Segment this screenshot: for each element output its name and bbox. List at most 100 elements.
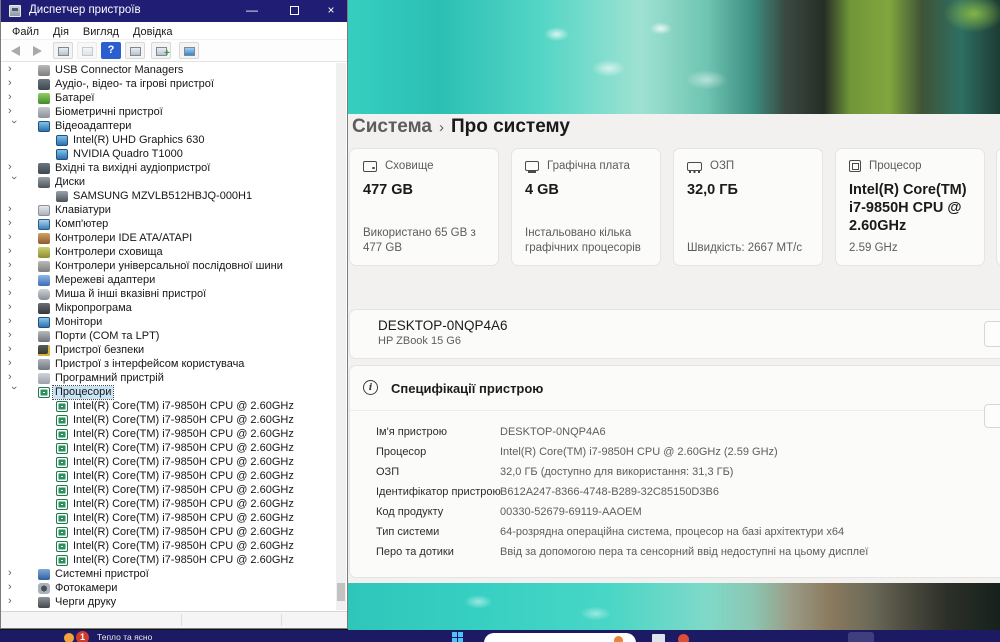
showhide-button[interactable]	[125, 42, 145, 59]
scan-hardware-button[interactable]	[151, 42, 171, 59]
chevron-right-icon[interactable]: ›	[8, 581, 18, 594]
tree-item[interactable]: › Процесори	[2, 384, 338, 400]
forward-arrow-button[interactable]	[27, 42, 47, 59]
chevron-right-icon[interactable]: ›	[8, 287, 18, 300]
tree-item-label: Фотокамери	[55, 581, 118, 594]
chevron-right-icon[interactable]: ›	[8, 301, 18, 314]
chevron-right-icon[interactable]: ›	[8, 567, 18, 580]
chevron-right-icon[interactable]: ›	[8, 357, 18, 370]
breadcrumb-system[interactable]: Система	[352, 116, 432, 137]
chevron-right-icon[interactable]: ›	[8, 245, 18, 258]
tree-item[interactable]: › Контролери IDE ATA/ATAPI	[2, 231, 338, 245]
tree-scrollbar[interactable]	[336, 63, 346, 610]
chevron-down-icon[interactable]: ›	[7, 176, 20, 186]
tree-item[interactable]: › Черги друку	[2, 595, 338, 609]
tree-item[interactable]: › Фотокамери	[2, 581, 338, 595]
back-arrow-button[interactable]	[5, 42, 25, 59]
chevron-right-icon[interactable]: ›	[8, 259, 18, 272]
tree-item[interactable]: › Пристрої з інтерфейсом користувача	[2, 357, 338, 371]
taskbar-app-icon[interactable]	[678, 634, 689, 642]
summary-card-value: 477 GB	[363, 182, 413, 198]
chevron-down-icon[interactable]: ›	[7, 386, 20, 396]
chevron-right-icon[interactable]: ›	[8, 161, 18, 174]
tree-item[interactable]: Intel(R) UHD Graphics 630	[2, 133, 338, 147]
tree-item[interactable]: Intel(R) Core(TM) i7-9850H CPU @ 2.60GHz	[2, 399, 338, 413]
device-specs-header[interactable]: i Специфікації пристрою	[350, 366, 1000, 411]
tree-item[interactable]: Intel(R) Core(TM) i7-9850H CPU @ 2.60GHz	[2, 511, 338, 525]
tree-item[interactable]: Intel(R) Core(TM) i7-9850H CPU @ 2.60GHz	[2, 525, 338, 539]
properties-button[interactable]	[53, 42, 73, 59]
maximize-button[interactable]	[277, 0, 311, 22]
tree-item[interactable]: › Відеоадаптери	[2, 119, 338, 133]
menu-item-4[interactable]: Довідка	[126, 24, 180, 40]
menu-item-1[interactable]: Файл	[5, 24, 46, 40]
tree-item[interactable]: › Програмний пристрій	[2, 371, 338, 385]
minimize-button[interactable]: —	[235, 0, 269, 22]
tree-item[interactable]: Intel(R) Core(TM) i7-9850H CPU @ 2.60GHz	[2, 469, 338, 483]
tree-item[interactable]: › Мікропрограма	[2, 301, 338, 315]
menu-item-2[interactable]: Дія	[46, 24, 76, 40]
tree-item[interactable]: › Порти (COM та LPT)	[2, 329, 338, 343]
chevron-right-icon[interactable]: ›	[8, 217, 18, 230]
search-box[interactable]	[484, 633, 636, 642]
tree-item-label: SAMSUNG MZVLB512HBJQ-000H1	[73, 189, 253, 202]
chevron-right-icon[interactable]: ›	[8, 105, 18, 118]
widgets-badge[interactable]: 1	[76, 631, 89, 642]
tree-item[interactable]: › Аудіо-, відео- та ігрові пристрої	[2, 77, 338, 91]
chevron-right-icon[interactable]: ›	[8, 595, 18, 608]
tree-item[interactable]: › USB Connector Managers	[2, 63, 338, 77]
tree-item[interactable]: › Клавіатури	[2, 203, 338, 217]
tree-item[interactable]: › Контролери універсальної послідовної ши…	[2, 259, 338, 273]
tree-item[interactable]: › Мережеві адаптери	[2, 273, 338, 287]
chevron-right-icon[interactable]: ›	[8, 203, 18, 216]
chevron-right-icon[interactable]: ›	[8, 63, 18, 76]
tree-item[interactable]: Intel(R) Core(TM) i7-9850H CPU @ 2.60GHz	[2, 413, 338, 427]
summary-card-footer: Швидкість: 2667 МТ/с	[687, 241, 803, 254]
device-manager-statusbar	[1, 611, 347, 628]
start-button-icon[interactable]	[452, 632, 463, 642]
tree-item[interactable]: NVIDIA Quadro T1000	[2, 147, 338, 161]
tree-item[interactable]: › Пристрої безпеки	[2, 343, 338, 357]
tree-item[interactable]: › Батареї	[2, 91, 338, 105]
tree-item[interactable]: Intel(R) Core(TM) i7-9850H CPU @ 2.60GHz	[2, 539, 338, 553]
tree-item[interactable]: › Системні пристрої	[2, 567, 338, 581]
tree-item[interactable]: › Диски	[2, 175, 338, 189]
tree-item[interactable]: Intel(R) Core(TM) i7-9850H CPU @ 2.60GHz	[2, 553, 338, 567]
tree-item[interactable]: › Миша й інші вказівні пристрої	[2, 287, 338, 301]
tree-item[interactable]: Intel(R) Core(TM) i7-9850H CPU @ 2.60GHz	[2, 441, 338, 455]
rename-pc-button[interactable]	[984, 321, 1000, 347]
disabled-doc-button[interactable]	[77, 42, 97, 59]
chevron-right-icon[interactable]: ›	[8, 91, 18, 104]
tree-item[interactable]: › Контролери сховища	[2, 245, 338, 259]
forward-arrow-icon	[32, 46, 42, 56]
chevron-right-icon[interactable]: ›	[8, 371, 18, 384]
device-manager-titlebar[interactable]: Диспетчер пристроїв — ×	[1, 0, 347, 22]
chevron-right-icon[interactable]: ›	[8, 77, 18, 90]
chevron-right-icon[interactable]: ›	[8, 329, 18, 342]
tree-item[interactable]: › Вхідні та вихідні аудіопристрої	[2, 161, 338, 175]
chevron-right-icon[interactable]: ›	[8, 315, 18, 328]
tree-item[interactable]: › Монітори	[2, 315, 338, 329]
chevron-right-icon[interactable]: ›	[8, 273, 18, 286]
close-button[interactable]: ×	[314, 0, 348, 22]
tree-item[interactable]: Intel(R) Core(TM) i7-9850H CPU @ 2.60GHz	[2, 497, 338, 511]
chevron-down-icon[interactable]: ›	[7, 120, 20, 130]
help-button[interactable]: ?	[101, 42, 121, 59]
tree-item[interactable]: › Біометричні пристрої	[2, 105, 338, 119]
cpu-device-icon	[56, 414, 68, 426]
copy-specs-button[interactable]	[984, 404, 1000, 428]
scrollbar-thumb[interactable]	[337, 583, 345, 601]
tree-item[interactable]: Intel(R) Core(TM) i7-9850H CPU @ 2.60GHz	[2, 427, 338, 441]
remote-computer-button[interactable]	[179, 42, 199, 59]
tree-item[interactable]: Intel(R) Core(TM) i7-9850H CPU @ 2.60GHz	[2, 483, 338, 497]
menu-item-3[interactable]: Вигляд	[76, 24, 126, 40]
file-explorer-icon[interactable]	[652, 634, 665, 642]
active-app-tile[interactable]	[848, 632, 874, 642]
tree-item[interactable]: SAMSUNG MZVLB512HBJQ-000H1	[2, 189, 338, 203]
chevron-right-icon[interactable]: ›	[8, 231, 18, 244]
tree-item[interactable]: › Комп'ютер	[2, 217, 338, 231]
widgets-button[interactable]: Тепло та ясно	[97, 632, 152, 642]
chevron-right-icon[interactable]: ›	[8, 343, 18, 356]
tree-item-label: Intel(R) Core(TM) i7-9850H CPU @ 2.60GHz	[73, 497, 294, 510]
tree-item[interactable]: Intel(R) Core(TM) i7-9850H CPU @ 2.60GHz	[2, 455, 338, 469]
